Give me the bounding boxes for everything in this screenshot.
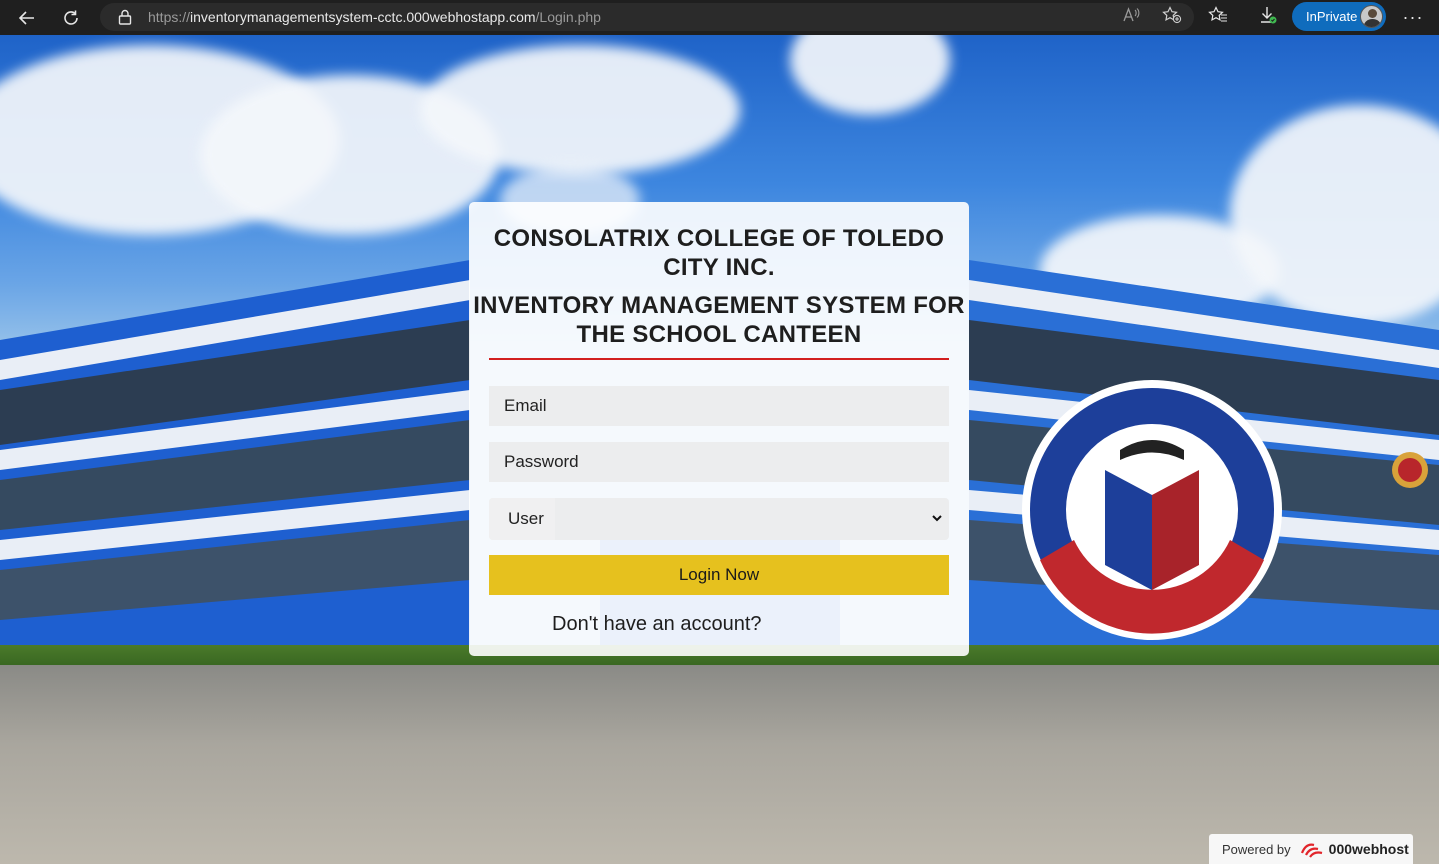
- back-arrow-icon: [18, 10, 34, 25]
- add-favorite-icon[interactable]: [1162, 5, 1182, 29]
- back-button[interactable]: [10, 3, 44, 33]
- powered-by-badge[interactable]: Powered by 000webhost: [1209, 834, 1413, 864]
- url-text[interactable]: https://inventorymanagementsystem-cctc.0…: [148, 9, 601, 25]
- login-card: CONSOLATRIX COLLEGE OF TOLEDO CITY INC. …: [469, 202, 969, 656]
- inprivate-label: InPrivate: [1306, 9, 1358, 24]
- brand-name: 000webhost: [1328, 841, 1409, 857]
- system-name-heading: INVENTORY MANAGEMENT SYSTEM FOR THE SCHO…: [473, 292, 965, 348]
- chevron-down-icon: [932, 515, 942, 522]
- inprivate-profile-button[interactable]: InPrivate: [1292, 2, 1386, 31]
- signup-link[interactable]: Don't have an account?: [552, 613, 762, 636]
- url-path: /Login.php: [535, 9, 601, 25]
- read-aloud-icon[interactable]: [1122, 6, 1140, 28]
- refresh-button[interactable]: [54, 3, 88, 33]
- login-now-button[interactable]: Login Now: [489, 555, 949, 595]
- lock-icon[interactable]: [116, 8, 134, 26]
- downloads-icon[interactable]: [1258, 5, 1278, 30]
- school-name-heading: CONSOLATRIX COLLEGE OF TOLEDO CITY INC.: [493, 225, 945, 281]
- refresh-icon: [64, 10, 78, 25]
- user-type-select[interactable]: User: [489, 498, 949, 540]
- url-host: inventorymanagementsystem-cctc.000webhos…: [190, 9, 536, 25]
- settings-more-icon[interactable]: ···: [1398, 0, 1428, 35]
- cloud: [420, 45, 740, 175]
- password-placeholder: Password: [504, 452, 579, 471]
- url-scheme: https://: [148, 9, 191, 25]
- powered-by-label: Powered by: [1222, 841, 1291, 857]
- browser-toolbar: https://inventorymanagementsystem-cctc.0…: [0, 0, 1439, 35]
- 000webhost-logo-icon: [1300, 843, 1323, 858]
- address-bar[interactable]: https://inventorymanagementsystem-cctc.0…: [100, 3, 1194, 31]
- avatar: [1360, 5, 1383, 28]
- heading-divider: [489, 358, 949, 360]
- email-placeholder: Email: [504, 396, 547, 415]
- email-field[interactable]: Email: [489, 386, 949, 426]
- user-type-value: User: [489, 498, 555, 540]
- cloud: [790, 35, 950, 115]
- password-field[interactable]: Password: [489, 442, 949, 482]
- favorites-icon[interactable]: [1208, 6, 1228, 29]
